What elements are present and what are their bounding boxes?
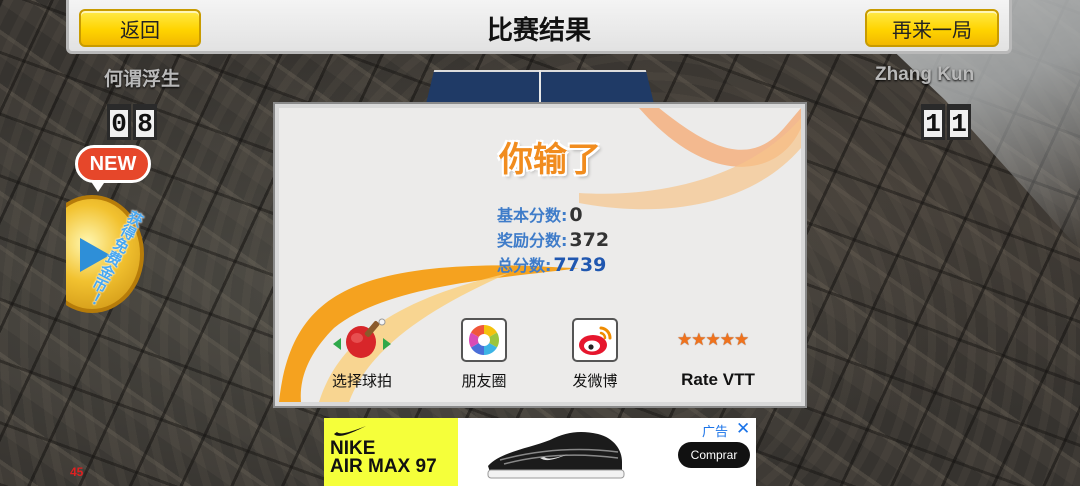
- ad-brand-panel: NIKE AIR MAX 97: [324, 418, 458, 486]
- top-bar: 返回 比赛结果 再来一局: [66, 0, 1012, 54]
- right-player-score: 1 1: [921, 104, 971, 140]
- close-icon[interactable]: ✕: [736, 419, 750, 439]
- total-score-row: 总分数 : 7739: [497, 252, 609, 277]
- rating-stars-icon: ★★★★★: [677, 330, 749, 350]
- weibo-icon: [572, 318, 618, 362]
- score-summary: 基本分数 : 0 奖励分数 : 372 总分数 : 7739: [497, 202, 609, 277]
- ad-brand-line2: AIR MAX 97: [330, 456, 437, 477]
- moments-icon: [461, 318, 507, 362]
- base-score-label: 基本分数: [497, 206, 562, 225]
- score-digit: 8: [133, 104, 157, 140]
- left-player-score: 0 8: [107, 104, 157, 140]
- sneaker-image: [487, 432, 625, 479]
- ad-buy-button[interactable]: Comprar: [678, 442, 750, 468]
- bonus-score-label: 奖励分数: [497, 231, 562, 250]
- table-center-line: [539, 70, 541, 108]
- score-digit: 1: [921, 104, 945, 140]
- play-again-button[interactable]: 再来一局: [865, 9, 999, 47]
- action-row: 选择球拍 朋友圈 发微博 ★★★★★ Rate VTT: [279, 314, 801, 394]
- ad-banner[interactable]: NIKE AIR MAX 97 广告 ✕ Comprar: [324, 418, 756, 486]
- bonus-score-row: 奖励分数 : 372: [497, 227, 609, 252]
- right-player-name: Zhang Kun: [875, 64, 975, 85]
- fps-counter: 45: [70, 465, 84, 479]
- ad-brand-text: NIKE AIR MAX 97: [330, 439, 437, 477]
- score-digit: 1: [947, 104, 971, 140]
- base-score-value: 0: [569, 204, 583, 226]
- colon: :: [545, 256, 552, 275]
- new-badge: NEW: [75, 145, 151, 183]
- share-moments-label: 朋友圈: [461, 372, 507, 390]
- score-digit: 0: [107, 104, 131, 140]
- choose-racket-button[interactable]: 选择球拍: [307, 314, 417, 390]
- result-title: 你输了: [499, 140, 601, 180]
- base-score-row: 基本分数 : 0: [497, 202, 609, 227]
- left-player-name: 何谓浮生: [104, 69, 181, 90]
- rate-app-label: Rate VTT: [681, 370, 755, 389]
- ad-label: 广告: [702, 425, 729, 440]
- new-badge-tail: [90, 180, 106, 192]
- share-weibo-label: 发微博: [572, 372, 618, 390]
- swoosh-icon: [334, 426, 366, 436]
- total-score-value: 7739: [553, 254, 607, 276]
- bonus-score-value: 372: [569, 229, 610, 251]
- choose-racket-label: 选择球拍: [331, 372, 392, 390]
- colon: :: [561, 206, 568, 225]
- total-score-label: 总分数: [497, 256, 546, 275]
- racket-icon: [333, 318, 391, 358]
- result-dialog: 你输了 基本分数 : 0 奖励分数 : 372 总分数 : 7739 选择球拍 …: [273, 102, 807, 408]
- colon: :: [561, 231, 568, 250]
